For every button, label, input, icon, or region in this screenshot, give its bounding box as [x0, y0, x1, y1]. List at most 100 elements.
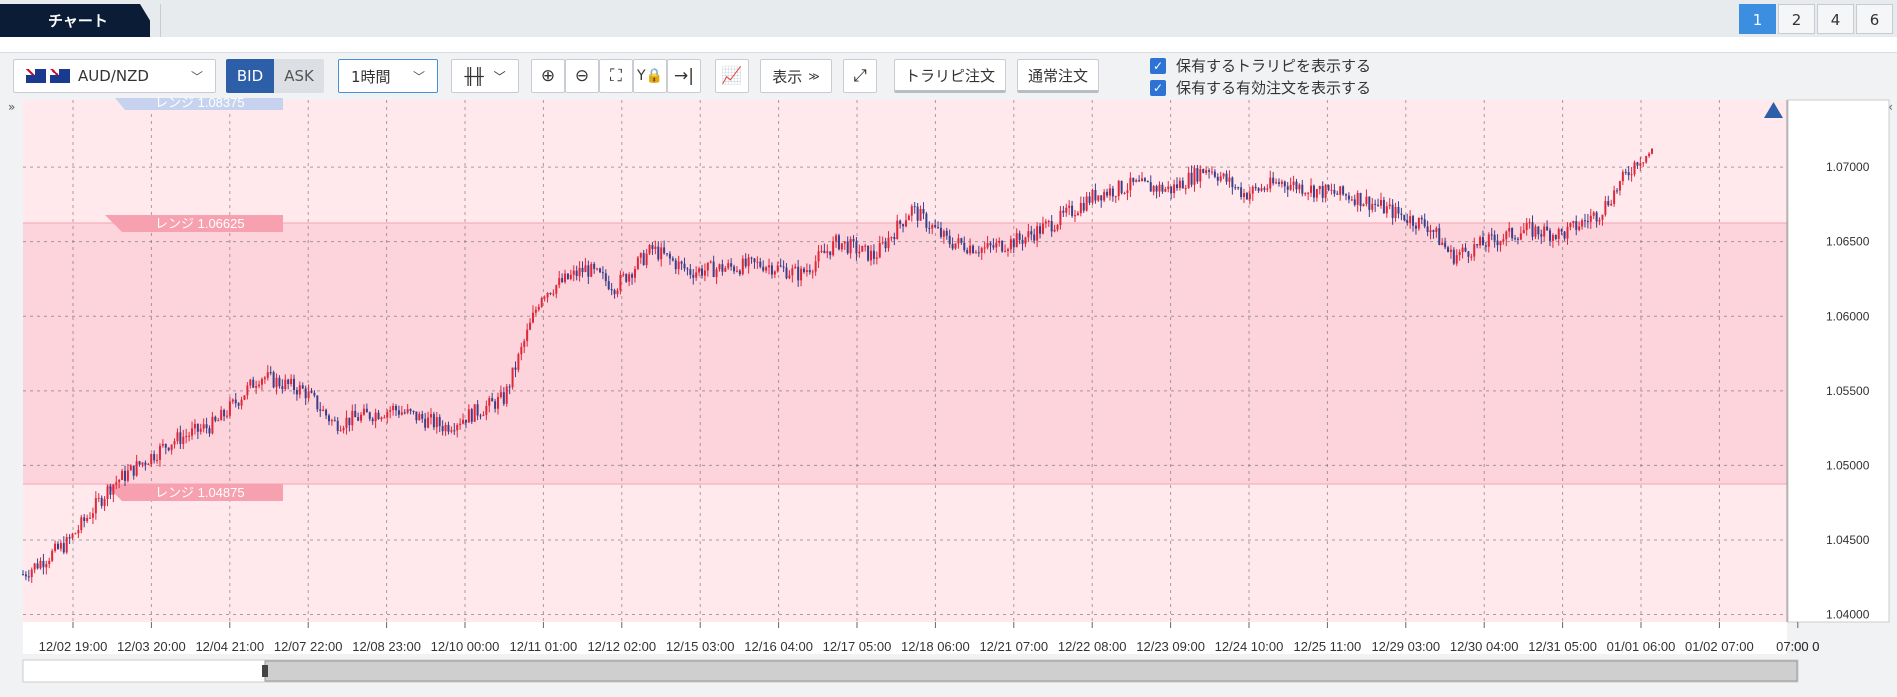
candle-body	[1050, 220, 1053, 232]
x-tick-label: 12/10 00:00	[431, 639, 500, 654]
candle-body	[1420, 217, 1423, 220]
candle-body	[1481, 237, 1484, 246]
candle-body	[1601, 214, 1604, 220]
candle-body	[1181, 180, 1184, 189]
candle-body	[811, 271, 814, 273]
candle-body	[1569, 223, 1572, 227]
candle-body	[1455, 255, 1458, 264]
candle-body	[339, 430, 342, 432]
candle-body	[983, 247, 986, 249]
candle-body	[123, 470, 126, 481]
candle-body	[80, 517, 83, 531]
candle-body	[1269, 177, 1272, 189]
x-tick-label: 07:00 0	[1776, 639, 1819, 654]
candle-body	[462, 419, 465, 424]
candle-body	[1359, 192, 1362, 207]
candle-body	[977, 252, 980, 254]
candle-body	[33, 563, 36, 570]
candle-body	[1126, 190, 1129, 193]
candle-body	[823, 250, 826, 254]
candle-body	[240, 399, 243, 406]
candle-body	[395, 405, 398, 411]
candle-body	[1012, 239, 1015, 248]
candle-body	[1114, 196, 1117, 198]
candle-body	[584, 265, 587, 273]
candle-body	[1167, 186, 1170, 190]
range-tag-label: レンジ 1.06625	[155, 216, 245, 231]
candle-body	[30, 569, 33, 578]
candle-body	[336, 420, 339, 431]
candle-body	[540, 297, 543, 307]
candle-body	[832, 241, 835, 256]
candle-body	[531, 312, 534, 323]
x-tick-label: 12/15 03:00	[666, 639, 735, 654]
x-tick-label: 12/03 20:00	[117, 639, 186, 654]
candle-body	[156, 459, 159, 461]
candle-body	[121, 470, 124, 480]
candle-body	[1630, 174, 1633, 176]
candle-body	[663, 247, 666, 254]
navigator-thumb[interactable]	[264, 660, 1798, 682]
candle-body	[1245, 193, 1248, 200]
candle-body	[421, 414, 424, 419]
candle-body	[1540, 234, 1543, 237]
price-chart[interactable]: 1.04000 1.04500 1.05000 1.05500 1.06000 1.065…	[0, 0, 1897, 697]
candle-body	[1132, 177, 1135, 182]
x-tick-label: 12/08 23:00	[352, 639, 421, 654]
candle-body	[1260, 188, 1263, 191]
candle-body	[333, 420, 336, 422]
candle-body	[1001, 240, 1004, 252]
candle-body	[960, 238, 963, 243]
candle-body	[56, 543, 59, 549]
candle-body	[878, 242, 881, 258]
candle-body	[1047, 220, 1050, 222]
candle-body	[453, 430, 456, 432]
candle-body	[424, 418, 427, 428]
candle-body	[526, 329, 529, 342]
candle-body	[1248, 193, 1251, 200]
candle-body	[100, 497, 103, 506]
candle-body	[931, 225, 934, 229]
candle-body	[1423, 219, 1426, 227]
candle-body	[1473, 244, 1476, 257]
navigator-handle[interactable]	[262, 665, 268, 677]
candle-body	[482, 414, 485, 416]
candle-body	[677, 261, 680, 270]
candle-body	[313, 392, 316, 396]
candle-body	[1251, 186, 1254, 194]
candle-body	[103, 498, 106, 506]
candle-body	[1467, 251, 1470, 257]
candle-body	[1543, 226, 1546, 237]
candle-body	[744, 258, 747, 267]
candle-body	[593, 263, 596, 269]
candle-body	[1409, 216, 1412, 223]
candle-body	[1199, 169, 1202, 182]
candle-body	[762, 266, 765, 271]
candle-body	[1108, 188, 1111, 196]
candle-body	[759, 261, 762, 267]
candle-body	[572, 270, 575, 275]
candle-body	[400, 412, 403, 415]
candle-body	[1033, 234, 1036, 241]
candle-body	[1286, 186, 1289, 190]
candle-body	[164, 443, 167, 448]
candle-body	[709, 261, 712, 263]
candle-body	[826, 251, 829, 254]
candle-body	[805, 270, 808, 273]
range-tag-label: レンジ 1.08375	[155, 95, 245, 110]
candle-body	[1479, 237, 1482, 246]
candle-body	[660, 247, 663, 260]
candle-body	[706, 262, 709, 271]
candle-body	[776, 265, 779, 272]
candle-body	[106, 486, 109, 499]
candle-body	[861, 245, 864, 252]
candle-body	[467, 409, 470, 423]
candle-body	[1549, 230, 1552, 241]
candle-body	[951, 244, 954, 249]
candle-body	[1068, 205, 1071, 208]
candle-body	[1053, 229, 1056, 232]
candle-body	[1298, 184, 1301, 190]
candle-body	[129, 465, 132, 471]
candle-body	[1146, 180, 1149, 183]
candle-body	[499, 392, 502, 398]
